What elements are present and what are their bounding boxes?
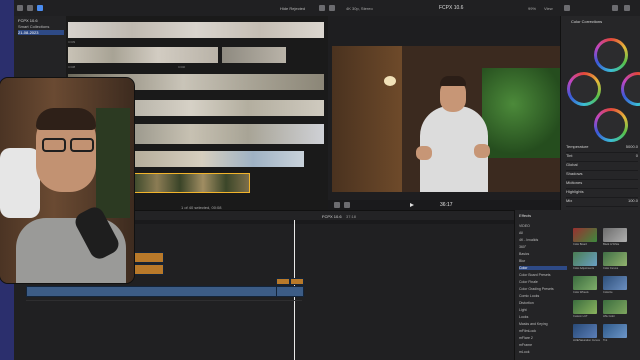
library-icon[interactable] [17, 5, 23, 11]
title-clip[interactable] [276, 278, 290, 285]
zoom-dropdown[interactable]: 99% [528, 6, 536, 11]
primary-clip[interactable] [276, 286, 304, 297]
midtones-wheel[interactable] [594, 108, 628, 142]
primary-clip[interactable] [26, 286, 278, 297]
effects-category[interactable]: Color [519, 266, 567, 270]
effect-label: Color Adjustments [573, 267, 595, 270]
effects-category[interactable]: Comic Looks [519, 294, 539, 298]
effect-label: Color Board [573, 243, 587, 246]
effect-label: Color Wheels [573, 291, 589, 294]
effects-category[interactable]: Color Board Presets [519, 273, 551, 277]
effect-thumbnail[interactable] [603, 324, 627, 338]
effect-thumbnail[interactable] [573, 252, 597, 266]
param-shadows[interactable]: Shadows [566, 171, 638, 180]
effect-label: Colorize [603, 291, 613, 294]
inspector-header: Color Corrections [571, 19, 603, 24]
selection-outline [133, 173, 250, 193]
inspector-toggle-icon[interactable] [564, 5, 570, 11]
effect-thumbnail[interactable] [603, 252, 627, 266]
trim-tool-icon[interactable] [344, 202, 350, 208]
export-icon[interactable] [612, 5, 618, 11]
connected-clip[interactable] [134, 252, 164, 263]
param-temperature[interactable]: Temperature 5000.0 [566, 144, 638, 153]
effects-category[interactable]: Color Grading Presets [519, 287, 554, 291]
effects-category[interactable]: All [519, 231, 523, 235]
effects-title: Effects [519, 213, 532, 218]
viewer-video[interactable] [332, 46, 560, 192]
filmstrip-1[interactable] [68, 22, 324, 38]
filmstrip-label: C339 [68, 40, 76, 44]
effects-category[interactable]: Basics [519, 252, 529, 256]
viewer-controls: 36:17 [328, 200, 560, 210]
effects-category[interactable]: Masks and Keying [519, 322, 548, 326]
effect-label: Tint [603, 339, 608, 342]
timeline-project-name[interactable]: FCPX 10.6 [322, 214, 342, 219]
effect-thumbnail[interactable] [603, 228, 627, 242]
color-inspector: Color Corrections Temperature 5000.0 Tin… [560, 16, 640, 210]
toolbar: Hide Rejected 4K 30p, Stereo FCPX 10.6 9… [14, 0, 640, 17]
track-divider [26, 300, 302, 301]
format-label: 4K 30p, Stereo [346, 6, 373, 11]
effects-category[interactable]: 4K - Invalids [519, 238, 538, 242]
titles-icon[interactable] [37, 5, 43, 11]
effect-thumbnail[interactable] [573, 276, 597, 290]
effects-category[interactable]: Color Finale [519, 280, 538, 284]
master-wheel[interactable] [594, 38, 628, 72]
photos-icon[interactable] [27, 5, 33, 11]
param-global[interactable]: Global [566, 162, 638, 171]
sidebar-item-smart-collections[interactable]: Smart Collections [18, 24, 64, 29]
effects-category[interactable]: Looks [519, 315, 528, 319]
param-highlights[interactable]: Highlights [566, 189, 638, 198]
effect-label: Custom LUT [573, 315, 588, 318]
connected-clip[interactable] [134, 264, 164, 275]
effects-category[interactable]: mFilmLook [519, 329, 536, 333]
filmstrip-3[interactable] [222, 47, 286, 63]
effect-label: HSL Color [603, 315, 615, 318]
project-title: FCPX 10.6 [439, 5, 464, 11]
filmstrip-label: C338 [68, 65, 76, 69]
title-clip[interactable] [290, 278, 304, 285]
effects-category[interactable]: 360° [519, 245, 526, 249]
effect-thumbnail[interactable] [573, 300, 597, 314]
effects-category[interactable]: Distortion [519, 301, 534, 305]
effects-category[interactable]: mFrame [519, 343, 532, 347]
effect-thumbnail[interactable] [603, 300, 627, 314]
effect-label: Black & White [603, 243, 620, 246]
filmstrip-label: C340 [178, 65, 186, 69]
effects-category[interactable]: Light [519, 308, 527, 312]
sidebar-item-event[interactable]: 21-08-2023 [18, 30, 64, 35]
filmstrip-2[interactable] [68, 47, 218, 63]
filmstrip-5[interactable] [134, 100, 324, 116]
effects-category[interactable]: VIDEO [519, 224, 530, 228]
effect-thumbnail[interactable] [603, 276, 627, 290]
filter-dropdown[interactable]: Hide Rejected [280, 6, 305, 11]
select-tool-icon[interactable] [334, 202, 340, 208]
effects-browser: Effects VIDEO All 4K - Invalids 360° Basics B… [514, 210, 640, 360]
effects-category[interactable]: Blur [519, 259, 525, 263]
timeline-ruler [134, 220, 514, 224]
filmstrip-7[interactable] [134, 151, 304, 167]
param-midtones[interactable]: Midtones [566, 180, 638, 189]
viewer: 36:17 [328, 16, 560, 210]
timeline-duration: 37:18 [346, 214, 357, 219]
shadows-wheel[interactable] [567, 72, 601, 106]
effect-label: HUE/Saturation Curves [573, 339, 600, 342]
filmstrip-6[interactable] [134, 124, 324, 144]
sidebar-item-library[interactable]: FCPX 10.6 [18, 18, 64, 23]
highlights-wheel[interactable] [621, 72, 640, 106]
webcam-overlay [0, 78, 134, 283]
effect-thumbnail[interactable] [573, 324, 597, 338]
clip-appearance-icon[interactable] [319, 5, 325, 11]
effect-label: Color Curves [603, 267, 619, 270]
param-mix[interactable]: Mix 100.0 [566, 198, 638, 207]
timecode: 36:17 [440, 202, 453, 208]
param-tint[interactable]: Tint 0 [566, 153, 638, 162]
effects-category[interactable]: mLook [519, 350, 530, 354]
search-icon[interactable] [329, 5, 335, 11]
share-icon[interactable] [624, 5, 630, 11]
effect-thumbnail[interactable] [573, 228, 597, 242]
play-icon[interactable] [410, 203, 414, 207]
effects-category[interactable]: mFlare 2 [519, 336, 533, 340]
view-dropdown[interactable]: View [544, 6, 553, 11]
